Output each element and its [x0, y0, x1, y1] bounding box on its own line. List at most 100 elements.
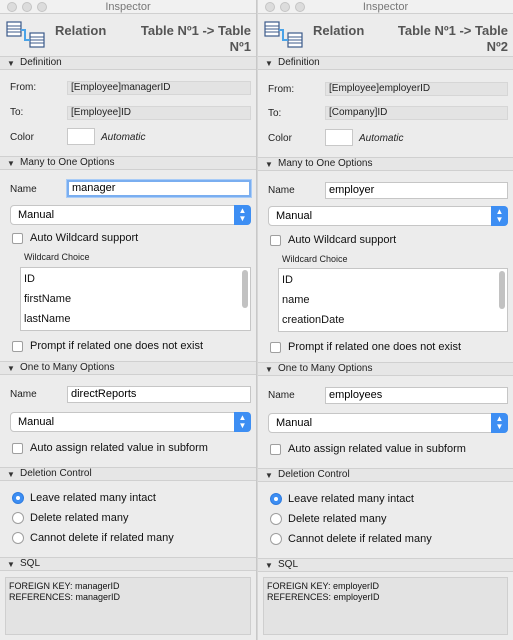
- many-to-one-mode-select[interactable]: Manual ▲ ▼: [268, 206, 508, 226]
- color-automatic-label: Automatic: [359, 133, 404, 144]
- section-title: Many to One Options: [20, 157, 115, 168]
- auto-wildcard-checkbox[interactable]: [270, 235, 281, 246]
- section-deletion-control[interactable]: ▼ Deletion Control: [258, 468, 513, 482]
- wildcard-choice-list[interactable]: ID firstName lastName: [20, 267, 251, 331]
- sql-line: FOREIGN KEY: employerID: [267, 581, 380, 591]
- list-item[interactable]: lastName: [24, 313, 70, 325]
- section-title: Definition: [278, 57, 320, 68]
- section-title: One to Many Options: [20, 362, 115, 373]
- list-item[interactable]: ID: [24, 273, 35, 285]
- radio-leave-intact[interactable]: [270, 493, 282, 505]
- section-deletion-control[interactable]: ▼ Deletion Control: [0, 467, 256, 481]
- color-swatch[interactable]: [67, 128, 95, 145]
- relation-label: Relation: [313, 23, 365, 38]
- disclosure-triangle-icon[interactable]: ▼: [7, 364, 15, 373]
- section-definition[interactable]: ▼ Definition: [0, 56, 256, 70]
- auto-assign-checkbox[interactable]: [12, 443, 23, 454]
- window-title: Inspector: [105, 1, 151, 13]
- list-item[interactable]: name: [282, 294, 310, 306]
- radio-label: Delete related many: [30, 512, 129, 524]
- updown-arrows-icon: ▲ ▼: [491, 413, 508, 433]
- section-title: SQL: [20, 558, 41, 569]
- radio-cannot-delete[interactable]: [12, 532, 24, 544]
- auto-wildcard-checkbox[interactable]: [12, 233, 23, 244]
- disclosure-triangle-icon[interactable]: ▼: [265, 59, 273, 68]
- relation-label: Relation: [55, 23, 107, 38]
- disclosure-triangle-icon[interactable]: ▼: [265, 561, 273, 570]
- list-scrollbar[interactable]: [499, 271, 505, 309]
- disclosure-triangle-icon[interactable]: ▼: [265, 471, 273, 480]
- name-label: Name: [10, 389, 37, 400]
- section-many-to-one[interactable]: ▼ Many to One Options: [0, 156, 256, 170]
- list-item[interactable]: ID: [282, 274, 293, 286]
- prompt-checkbox[interactable]: [12, 341, 23, 352]
- radio-delete-related[interactable]: [270, 513, 282, 525]
- many-to-one-name-input[interactable]: employer: [325, 182, 508, 199]
- one-to-many-mode-select[interactable]: Manual ▲ ▼: [10, 412, 251, 432]
- section-many-to-one[interactable]: ▼ Many to One Options: [258, 157, 513, 171]
- select-value: Manual: [276, 210, 313, 222]
- section-sql[interactable]: ▼ SQL: [0, 557, 256, 571]
- section-title: One to Many Options: [278, 363, 373, 374]
- select-value: Manual: [18, 209, 55, 221]
- color-swatch[interactable]: [325, 129, 353, 146]
- many-to-one-mode-select[interactable]: Manual ▲ ▼: [10, 205, 251, 225]
- section-sql[interactable]: ▼ SQL: [258, 558, 513, 572]
- sql-text: FOREIGN KEY: managerID REFERENCES: manag…: [5, 577, 251, 635]
- from-field: [Employee]employerID: [325, 82, 508, 96]
- prompt-label: Prompt if related one does not exist: [288, 341, 462, 353]
- section-title: Deletion Control: [20, 468, 92, 479]
- list-item[interactable]: creationDate: [282, 314, 344, 326]
- disclosure-triangle-icon[interactable]: ▼: [265, 160, 273, 169]
- disclosure-triangle-icon[interactable]: ▼: [7, 470, 15, 479]
- to-field: [Employee]ID: [67, 106, 251, 120]
- inspector-header: Relation Table Nº1 -> Table Nº1: [0, 14, 256, 57]
- auto-assign-checkbox[interactable]: [270, 444, 281, 455]
- radio-label: Leave related many intact: [30, 492, 156, 504]
- list-scrollbar[interactable]: [242, 270, 248, 308]
- many-to-one-name-input[interactable]: manager: [67, 180, 251, 197]
- wildcard-choice-title: Wildcard Choice: [24, 252, 90, 262]
- inspector-header: Relation Table Nº1 -> Table Nº2: [258, 14, 513, 57]
- prompt-checkbox[interactable]: [270, 342, 281, 353]
- inspector-panel-1: Inspector Relation Table Nº1 -> Table Nº…: [0, 0, 257, 640]
- prompt-label: Prompt if related one does not exist: [30, 340, 204, 352]
- disclosure-triangle-icon[interactable]: ▼: [7, 560, 15, 569]
- radio-label: Delete related many: [288, 513, 387, 525]
- wildcard-choice-list[interactable]: ID name creationDate: [278, 268, 508, 332]
- radio-cannot-delete[interactable]: [270, 533, 282, 545]
- auto-assign-label: Auto assign related value in subform: [288, 443, 466, 455]
- one-to-many-name-input[interactable]: employees: [325, 387, 508, 404]
- disclosure-triangle-icon[interactable]: ▼: [7, 59, 15, 68]
- radio-leave-intact[interactable]: [12, 492, 24, 504]
- wildcard-choice-title: Wildcard Choice: [282, 254, 348, 264]
- inspector-panel-2: Inspector Relation Table Nº1 -> Table Nº…: [257, 0, 513, 640]
- one-to-many-mode-select[interactable]: Manual ▲ ▼: [268, 413, 508, 433]
- relation-icon: [6, 21, 45, 48]
- window-title: Inspector: [362, 1, 409, 13]
- relation-icon: [264, 21, 303, 48]
- one-to-many-name-input[interactable]: directReports: [67, 386, 251, 403]
- list-item[interactable]: firstName: [24, 293, 71, 305]
- section-definition[interactable]: ▼ Definition: [258, 56, 513, 70]
- radio-label: Leave related many intact: [288, 493, 414, 505]
- name-label: Name: [268, 185, 295, 196]
- radio-label: Cannot delete if related many: [288, 533, 432, 545]
- from-field: [Employee]managerID: [67, 81, 251, 95]
- auto-wildcard-label: Auto Wildcard support: [288, 234, 397, 246]
- to-label: To:: [10, 107, 24, 118]
- radio-delete-related[interactable]: [12, 512, 24, 524]
- section-one-to-many[interactable]: ▼ One to Many Options: [0, 361, 256, 375]
- color-label: Color: [10, 132, 34, 143]
- updown-arrows-icon: ▲ ▼: [234, 205, 251, 225]
- sql-text: FOREIGN KEY: employerID REFERENCES: empl…: [263, 577, 508, 635]
- section-one-to-many[interactable]: ▼ One to Many Options: [258, 362, 513, 376]
- window-titlebar[interactable]: Inspector: [258, 0, 513, 14]
- from-label: From:: [268, 84, 295, 95]
- from-label: From:: [10, 82, 37, 93]
- disclosure-triangle-icon[interactable]: ▼: [265, 365, 273, 374]
- relation-target: Table Nº1 -> Table Nº1: [140, 23, 251, 54]
- disclosure-triangle-icon[interactable]: ▼: [7, 159, 15, 168]
- window-titlebar[interactable]: Inspector: [0, 0, 256, 14]
- sql-line: FOREIGN KEY: managerID: [9, 581, 120, 591]
